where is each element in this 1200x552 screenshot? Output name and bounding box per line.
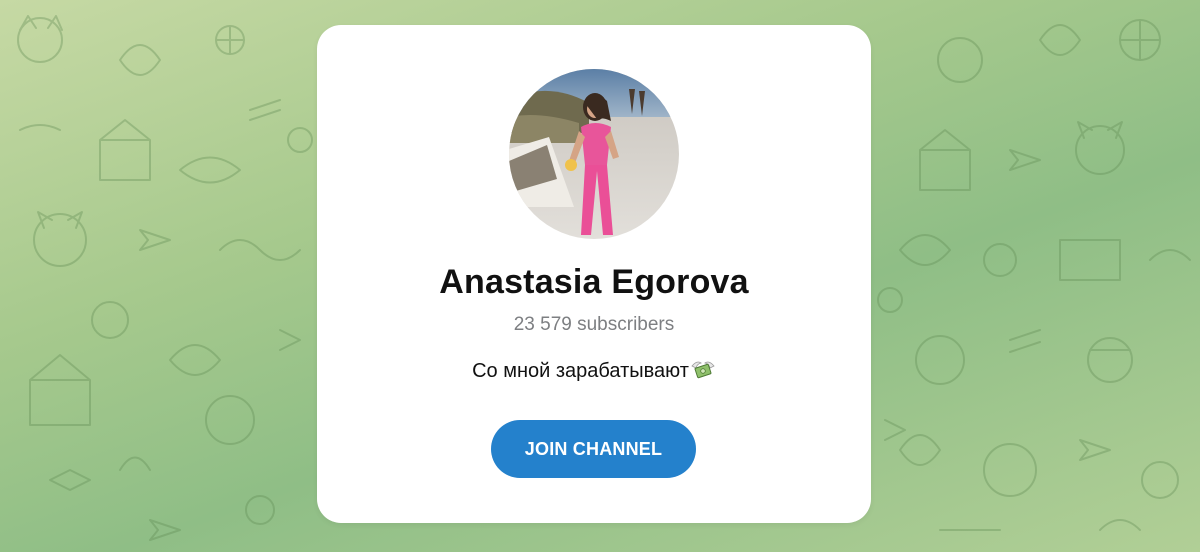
subscriber-count: 23 579 subscribers	[513, 314, 675, 335]
channel-description-text: Со мной зарабатывают	[472, 360, 689, 382]
join-channel-button[interactable]: JOIN CHANNEL	[491, 420, 696, 478]
channel-title: Anastasia Egorova	[439, 263, 749, 301]
channel-avatar	[509, 69, 679, 239]
channel-description: Со мной зарабатывают	[317, 357, 871, 389]
avatar-photo-icon	[509, 69, 679, 239]
money-with-wings-icon	[690, 357, 716, 389]
channel-card: Anastasia Egorova 23 579 subscribers Со …	[317, 25, 871, 523]
